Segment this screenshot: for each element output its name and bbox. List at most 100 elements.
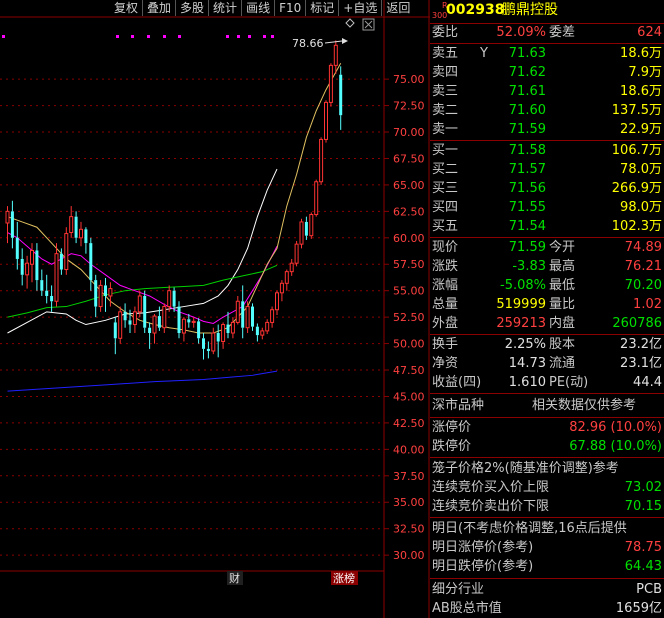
- restore-rights-button[interactable]: 复权: [110, 0, 142, 16]
- quote-value: -3.83: [512, 259, 546, 274]
- candle-body: [181, 318, 186, 334]
- candle-body: [5, 210, 10, 224]
- overlay-button[interactable]: 叠加: [142, 0, 175, 16]
- y-tick-label: 55.00: [393, 285, 425, 298]
- candle-body: [206, 348, 210, 351]
- candle-body: [172, 290, 176, 307]
- bid-label: 买一: [432, 143, 459, 158]
- y-tick-label: 67.50: [393, 152, 425, 165]
- candle-body: [69, 216, 74, 234]
- bid-label: 买五: [432, 219, 459, 234]
- candle-body: [20, 258, 24, 275]
- candle[interactable]: [299, 218, 304, 249]
- mark-button[interactable]: 标记: [305, 0, 338, 16]
- candle[interactable]: [118, 306, 123, 344]
- y-tick-label: 52.50: [393, 311, 425, 324]
- fundamental-label: 股本: [549, 337, 576, 352]
- ask-label: 卖三: [432, 84, 459, 99]
- limit-down-label: 跌停价: [432, 439, 472, 454]
- candle-body: [162, 306, 167, 329]
- candle[interactable]: [309, 212, 314, 239]
- bid-row: 买二 71.57 78.0万: [430, 160, 664, 179]
- signal-dot: [178, 35, 181, 38]
- quote-row: 总量 519999 量比 1.02: [430, 295, 664, 314]
- signal-dot: [131, 35, 134, 38]
- limit-down-row: 跌停价 67.88 (10.0%): [430, 437, 664, 456]
- stock-header: R 300 002938 鹏鼎控股: [430, 0, 664, 22]
- ask-price: 71.61: [508, 84, 546, 99]
- candle[interactable]: [294, 240, 299, 267]
- candle[interactable]: [64, 227, 69, 275]
- quote-label: 最低: [549, 278, 576, 293]
- signal-dot: [116, 35, 119, 38]
- limit-down-value: 67.88 (10.0%): [569, 439, 662, 454]
- market-type: 深市品种: [432, 398, 485, 413]
- ask-price: 71.63: [508, 46, 546, 61]
- ask-row: 卖五 71.63 18.6万 Y: [430, 44, 664, 63]
- candle-body: [64, 233, 69, 271]
- statistics-button[interactable]: 统计: [208, 0, 241, 16]
- candle-body: [275, 292, 279, 311]
- candle-body: [113, 322, 117, 339]
- fundamental-label: 流通: [549, 356, 576, 371]
- quote-label: 涨跌: [432, 259, 459, 274]
- fundamental-value: 23.1亿: [620, 356, 662, 371]
- y-tick-label: 32.50: [393, 523, 425, 536]
- candle-body: [324, 101, 328, 140]
- y-tick-label: 65.00: [393, 179, 425, 192]
- disclaimer: 相关数据仅供参考: [532, 398, 637, 413]
- kline-chart[interactable]: 30.00 32.50 35.00 37.50 40.00 42.50 45.00 47.50…: [0, 0, 430, 618]
- y-tick-label: 42.50: [393, 417, 425, 430]
- multi-stock-button[interactable]: 多股: [175, 0, 208, 16]
- candle-body: [333, 44, 338, 66]
- ask-row: 卖三 71.61 18.6万: [430, 82, 664, 101]
- tomorrow-up-label: 明日涨停价(参考): [432, 540, 534, 555]
- candle[interactable]: [143, 290, 147, 334]
- quote-value: 71.59: [508, 240, 546, 255]
- candle[interactable]: [319, 137, 324, 185]
- candle-body: [94, 280, 98, 307]
- candle[interactable]: [328, 63, 333, 107]
- quote-label: 内盘: [549, 316, 576, 331]
- candle-body: [304, 221, 308, 236]
- cage-buy-value: 73.02: [624, 480, 662, 495]
- candle-body: [221, 324, 226, 342]
- bid-label: 买四: [432, 200, 459, 215]
- y-tick-label: 35.00: [393, 496, 425, 509]
- y-tick-label: 57.50: [393, 258, 425, 271]
- quote-value: 519999: [496, 297, 546, 312]
- industry-value[interactable]: PCB: [580, 580, 662, 599]
- quote-row: 涨跌 -3.83 最高 76.21: [430, 257, 664, 276]
- signal-dot: [163, 35, 166, 38]
- f10-button[interactable]: F10: [274, 0, 305, 16]
- signal-dot: [248, 35, 251, 38]
- bid-volume: 106.7万: [611, 143, 662, 158]
- ask-volume: 22.9万: [620, 122, 662, 137]
- cage-buy-row: 连续竞价买入价上限 73.02: [430, 478, 664, 497]
- candle[interactable]: [177, 301, 181, 339]
- candle-body: [314, 181, 319, 216]
- bid-volume: 102.3万: [611, 219, 662, 234]
- candle-body: [241, 301, 245, 328]
- ask-price: 71.62: [508, 65, 546, 80]
- candle[interactable]: [314, 179, 319, 217]
- quote-label: 外盘: [432, 316, 459, 331]
- candle-body: [177, 306, 181, 334]
- add-watchlist-button[interactable]: +自选: [338, 0, 381, 16]
- draw-line-button[interactable]: 画线: [241, 0, 274, 16]
- candle-body: [245, 306, 250, 329]
- quote-label: 今开: [549, 240, 576, 255]
- quote-row: 现价 71.59 今开 74.89: [430, 238, 664, 257]
- fundamental-row: 净资 14.73 流通 23.1亿: [430, 354, 664, 373]
- y-tick-label: 50.00: [393, 338, 425, 351]
- y-tick-label: 70.00: [393, 126, 425, 139]
- candle[interactable]: [324, 100, 328, 143]
- back-button[interactable]: 返回: [381, 0, 414, 16]
- candle-body: [294, 243, 299, 264]
- stock-name: 鹏鼎控股: [502, 2, 558, 18]
- quote-value: 259213: [496, 316, 546, 331]
- candle-body: [89, 243, 93, 281]
- quote-value: 74.89: [624, 240, 662, 255]
- fundamental-label: 换手: [432, 337, 459, 352]
- quote-label: 总量: [432, 297, 459, 312]
